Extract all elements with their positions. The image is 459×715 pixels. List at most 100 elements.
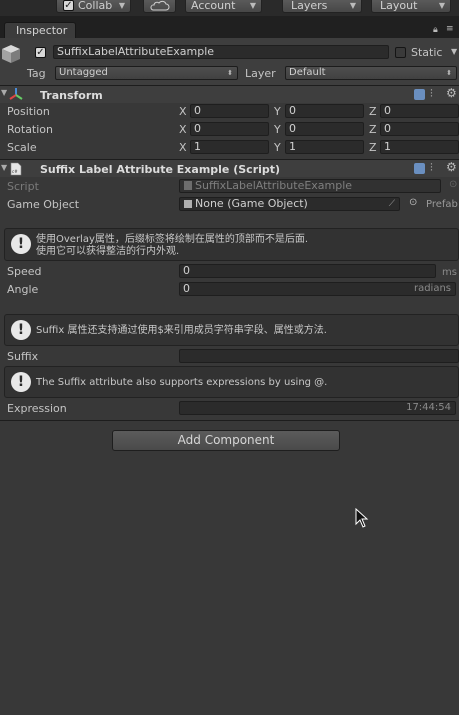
- static-label: Static: [411, 46, 443, 59]
- suffix-label: Suffix: [7, 350, 39, 363]
- tag-dropdown[interactable]: Untagged ⬍: [55, 66, 238, 80]
- suffix-field[interactable]: [179, 349, 459, 363]
- script-file-icon: c#: [10, 162, 22, 176]
- axis-z-label[interactable]: Z: [369, 123, 377, 136]
- angle-field[interactable]: 0 radians: [179, 282, 456, 296]
- scale-y-field[interactable]: 1: [285, 140, 364, 154]
- script-component-title: Suffix Label Attribute Example (Script): [40, 163, 281, 176]
- help-box-expression: ! The Suffix attribute also supports exp…: [4, 366, 459, 398]
- expression-field[interactable]: 17:44:54: [179, 401, 456, 415]
- script-value: SuffixLabelAttributeExample: [195, 179, 353, 192]
- tab-inspector[interactable]: Inspector: [4, 22, 76, 38]
- account-label: Account: [191, 0, 236, 12]
- position-y-field[interactable]: 0: [285, 104, 364, 118]
- tag-label: Tag: [27, 67, 46, 80]
- mouse-cursor-icon: [355, 508, 369, 528]
- chevron-down-icon[interactable]: ▼: [451, 47, 457, 56]
- position-x-field[interactable]: 0: [190, 104, 269, 118]
- angle-label: Angle: [7, 283, 39, 296]
- axis-x-label[interactable]: X: [179, 141, 187, 154]
- layers-button[interactable]: Layers ▼: [282, 0, 362, 13]
- scale-x-field[interactable]: 1: [190, 140, 269, 154]
- rotation-x-field[interactable]: 0: [190, 122, 269, 136]
- lock-icon[interactable]: 🔒︎: [433, 25, 438, 35]
- help-box-overlay: ! 使用Overlay属性，后缀标签将绘制在属性的顶部而不是后面. 使用它可以获…: [4, 228, 459, 261]
- axis-x-label[interactable]: X: [179, 123, 187, 136]
- layout-label: Layout: [380, 0, 418, 12]
- menu-icon[interactable]: ≡: [446, 24, 453, 34]
- account-button[interactable]: Account ▼: [185, 0, 262, 13]
- transform-title: Transform: [40, 89, 103, 102]
- gameobject-object-field[interactable]: None (Game Object) ⟋: [179, 197, 400, 211]
- angle-value: 0: [183, 282, 190, 295]
- cloud-button[interactable]: [143, 0, 176, 13]
- script-label: Script: [7, 180, 39, 193]
- rotation-label: Rotation: [7, 123, 54, 136]
- angle-suffix: radians: [413, 283, 451, 294]
- help-text-line2: 使用它可以获得整洁的行内外观.: [36, 246, 180, 257]
- object-picker-icon: ⊙: [449, 179, 458, 190]
- collab-button[interactable]: ✓ Collab ▼: [56, 0, 131, 13]
- chevron-down-icon: ▼: [349, 1, 356, 10]
- help-text: The Suffix attribute also supports expre…: [36, 377, 328, 388]
- axis-x-label[interactable]: X: [179, 105, 187, 118]
- layer-dropdown[interactable]: Default ⬍: [285, 66, 457, 80]
- gameobject-name-input[interactable]: SuffixLabelAttributeExample: [53, 45, 389, 59]
- rotation-z-field[interactable]: 0: [380, 122, 459, 136]
- divider: [0, 420, 459, 421]
- axis-y-label[interactable]: Y: [274, 141, 281, 154]
- preset-sliders-icon[interactable]: ⫶: [430, 161, 433, 175]
- active-checkbox[interactable]: ✓: [35, 47, 46, 58]
- cloud-icon: [150, 0, 170, 11]
- help-book-icon[interactable]: [414, 163, 425, 174]
- speed-field[interactable]: 0: [179, 264, 436, 278]
- transform-axes-icon: [9, 88, 23, 100]
- layer-label: Layer: [245, 67, 276, 80]
- gear-icon[interactable]: ⚙: [446, 86, 457, 100]
- axis-z-label[interactable]: Z: [369, 105, 377, 118]
- updown-arrows-icon: ⬍: [446, 69, 452, 77]
- position-z-field[interactable]: 0: [380, 104, 459, 118]
- preset-sliders-icon[interactable]: ⫶: [430, 87, 433, 101]
- object-picker-icon[interactable]: ⊙: [409, 197, 417, 208]
- tag-value: Untagged: [59, 67, 108, 78]
- gear-icon[interactable]: ⚙: [446, 160, 457, 174]
- prefab-suffix: Prefab: [426, 199, 458, 210]
- speed-label: Speed: [7, 265, 42, 278]
- script-field: SuffixLabelAttributeExample: [179, 179, 441, 193]
- updown-arrows-icon: ⬍: [227, 69, 233, 77]
- layers-label: Layers: [291, 0, 328, 12]
- chevron-down-icon: ▼: [249, 1, 256, 10]
- gameobject-cube-icon: [2, 45, 20, 63]
- svg-text:c#: c#: [12, 169, 18, 174]
- top-toolbar: ✓ Collab ▼ Account ▼ Layers ▼ Layout ▼: [0, 0, 459, 16]
- help-book-icon[interactable]: [414, 89, 425, 100]
- tab-inspector-label: Inspector: [16, 24, 68, 37]
- edit-pencil-icon[interactable]: ⟋: [389, 198, 395, 210]
- collab-label: Collab: [78, 0, 113, 12]
- help-box-suffix-member: ! Suffix 属性还支持通过使用$来引用成员字符串字段、属性或方法.: [4, 314, 459, 346]
- axis-y-label[interactable]: Y: [274, 123, 281, 136]
- info-icon: !: [11, 234, 31, 254]
- chevron-down-icon: ▼: [438, 1, 445, 10]
- axis-z-label[interactable]: Z: [369, 141, 377, 154]
- layout-button[interactable]: Layout ▼: [371, 0, 451, 13]
- foldout-arrow-icon[interactable]: ▼: [1, 88, 7, 97]
- cube-icon: [184, 200, 192, 208]
- rotation-y-field[interactable]: 0: [285, 122, 364, 136]
- chevron-down-icon: ▼: [118, 1, 125, 10]
- axis-y-label[interactable]: Y: [274, 105, 281, 118]
- foldout-arrow-icon[interactable]: ▼: [1, 163, 7, 172]
- scale-z-field[interactable]: 1: [380, 140, 459, 154]
- info-icon: !: [11, 320, 31, 340]
- static-checkbox[interactable]: [395, 47, 406, 58]
- scale-label: Scale: [7, 141, 37, 154]
- add-component-button[interactable]: Add Component: [112, 430, 340, 451]
- expression-label: Expression: [7, 402, 67, 415]
- help-text: Suffix 属性还支持通过使用$来引用成员字符串字段、属性或方法.: [36, 325, 327, 336]
- script-file-icon: [184, 181, 192, 190]
- gameobject-value: None (Game Object): [195, 197, 308, 210]
- speed-suffix: ms: [442, 267, 457, 278]
- gameobject-field-label: Game Object: [7, 198, 80, 211]
- collab-check-icon: ✓: [63, 0, 74, 11]
